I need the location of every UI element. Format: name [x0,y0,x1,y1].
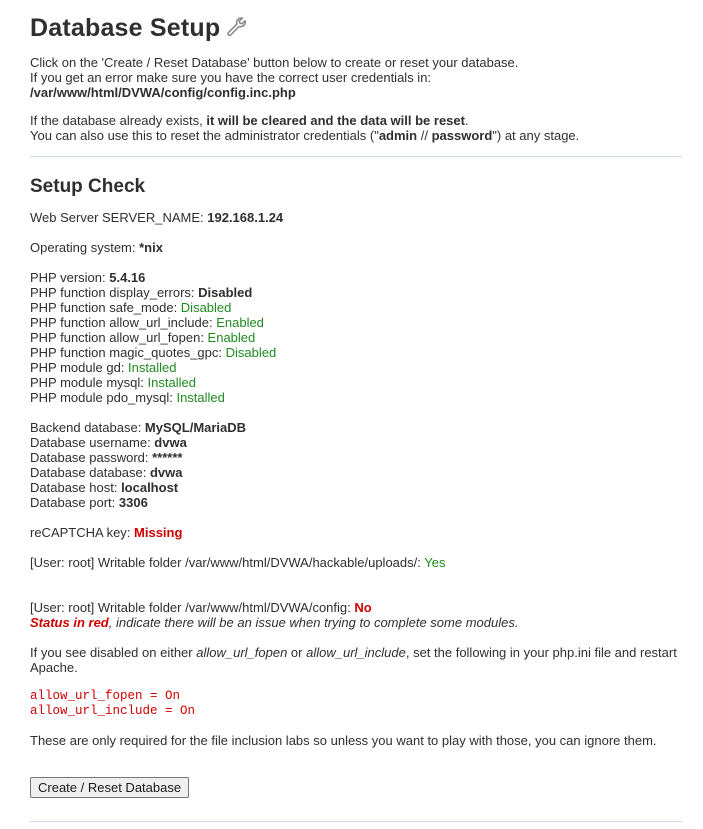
recaptcha-row: reCAPTCHA key: Missing [30,525,183,540]
php-check-row: PHP function safe_mode: Disabled [30,300,232,315]
db-row: Database username: dvwa [30,435,187,450]
php-check-row: PHP function allow_url_fopen: Enabled [30,330,256,345]
status-note: Status in red, indicate there will be an… [30,615,519,630]
uploads-folder-row: [User: root] Writable folder /var/www/ht… [30,555,446,570]
intro-line-1: Click on the 'Create / Reset Database' b… [30,55,519,70]
inclusion-note: These are only required for the file inc… [30,733,657,748]
code-line: allow_url_fopen = On [30,689,181,703]
php-check-row: PHP function allow_url_include: Enabled [30,315,264,330]
db-row: Database host: localhost [30,480,179,495]
admin-password: password [431,128,493,143]
intro-line-2: If you get an error make sure you have t… [30,70,432,85]
os-row: Operating system: *nix [30,240,163,255]
reset-warning: If the database already exists, it will … [30,113,580,143]
divider [30,156,682,157]
php-check-row: PHP function magic_quotes_gpc: Disabled [30,345,277,360]
disabled-note: If you see disabled on either allow_url_… [30,645,677,660]
disabled-note-line-2: Apache. [30,660,78,675]
code-line: allow_url_include = On [30,704,196,718]
db-row: Database port: 3306 [30,495,148,510]
php-check-row: PHP module mysql: Installed [30,375,196,390]
php-check-row: PHP module gd: Installed [30,360,177,375]
reset-warning-bold: it will be cleared and the data will be … [206,113,465,128]
admin-username: admin [378,128,418,143]
setup-check-heading: Setup Check [30,176,146,197]
db-row: Database database: dvwa [30,465,183,480]
config-path: /var/www/html/DVWA/config/config.inc.php [30,85,296,100]
server-name-row: Web Server SERVER_NAME: 192.168.1.24 [30,210,284,225]
db-row: Backend database: MySQL/MariaDB [30,420,247,435]
config-folder-row: [User: root] Writable folder /var/www/ht… [30,600,372,615]
create-reset-database-button[interactable]: Create / Reset Database [30,777,190,798]
php-check-row: PHP function display_errors: Disabled [30,285,253,300]
php-version-row: PHP version: 5.4.16 [30,270,146,285]
intro-text: Click on the 'Create / Reset Database' b… [30,55,518,100]
divider [30,821,682,822]
page-title: Database Setup [30,14,248,43]
wrench-icon [227,17,247,37]
php-check-row: PHP module pdo_mysql: Installed [30,390,225,405]
db-row: Database password: ****** [30,450,183,465]
